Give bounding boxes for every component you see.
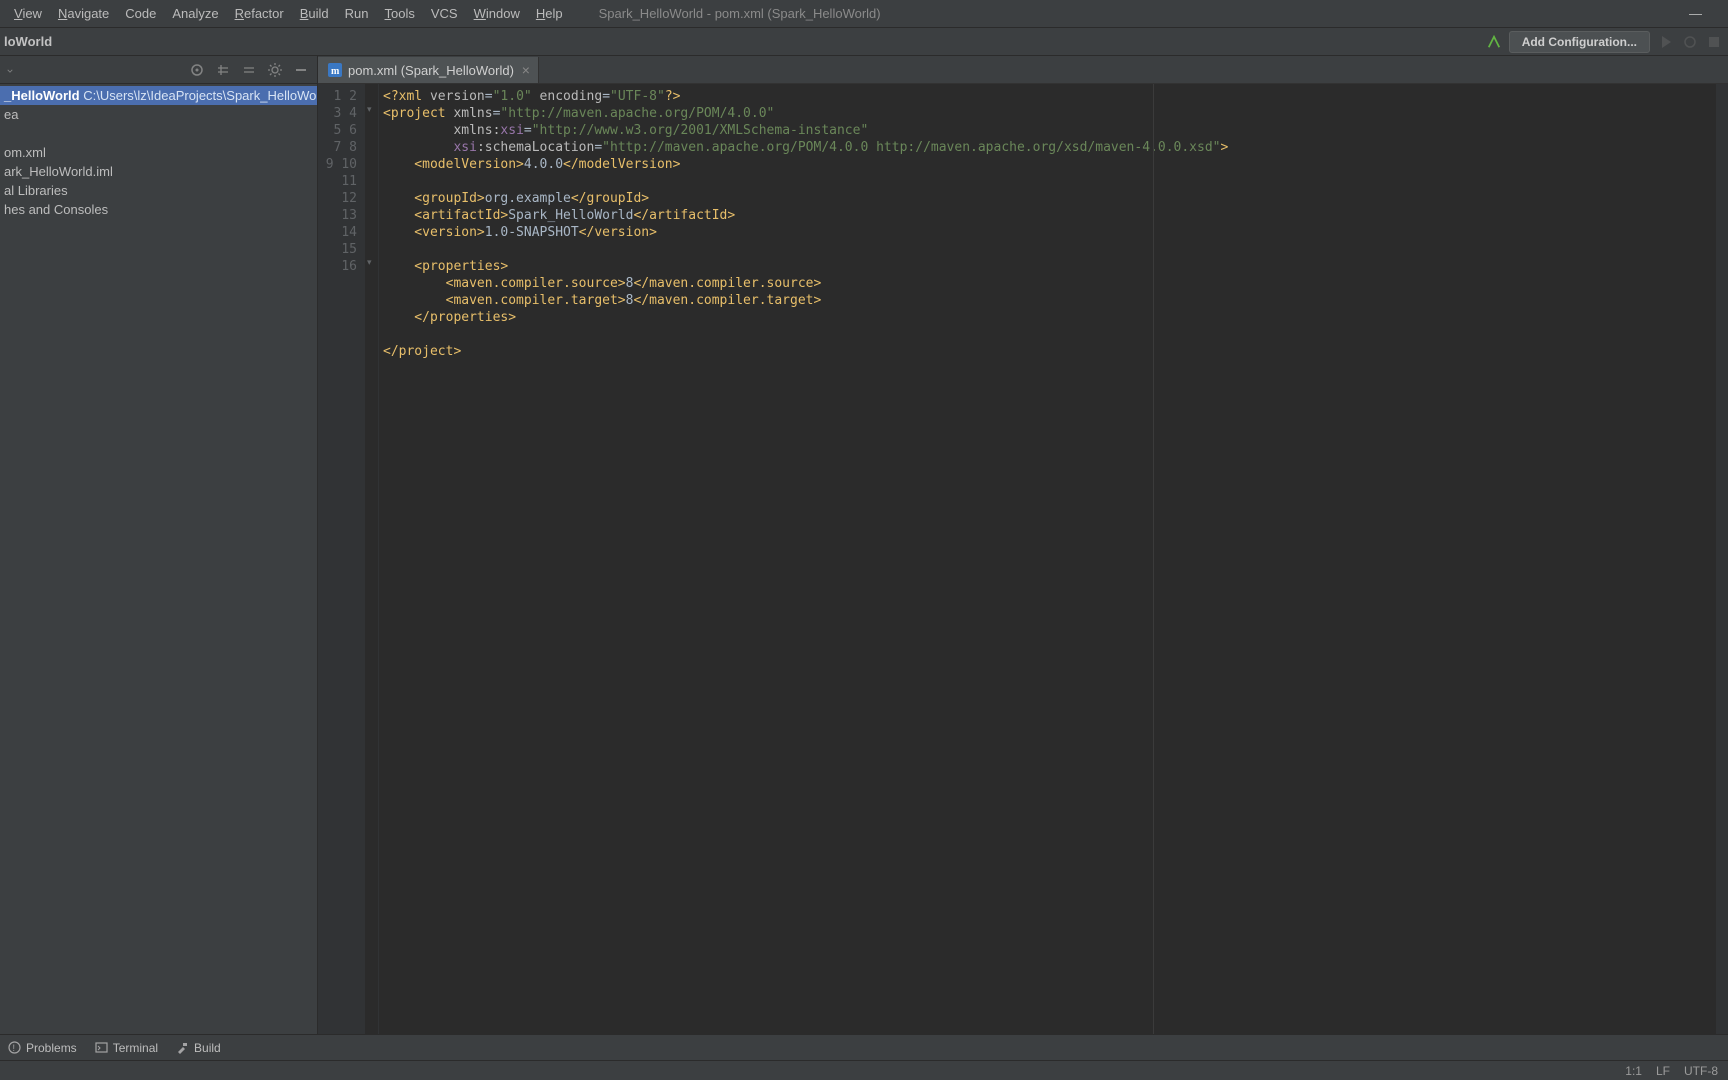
hide-icon[interactable] bbox=[293, 62, 309, 78]
menu-window[interactable]: Window bbox=[466, 6, 528, 21]
menu-refactor[interactable]: Refactor bbox=[227, 6, 292, 21]
problems-icon: ! bbox=[8, 1041, 21, 1054]
caret-position[interactable]: 1:1 bbox=[1625, 1064, 1642, 1078]
tree-root[interactable]: _HelloWorld C:\Users\lz\IdeaProjects\Spa… bbox=[0, 86, 317, 105]
terminal-icon bbox=[95, 1041, 108, 1054]
main-split: _HelloWorld C:\Users\lz\IdeaProjects\Spa… bbox=[0, 56, 1728, 1034]
tree-item-label: hes and Consoles bbox=[4, 202, 108, 217]
project-toolbar bbox=[0, 56, 317, 84]
tree-item[interactable]: al Libraries bbox=[0, 181, 317, 200]
menu-vcs[interactable]: VCS bbox=[423, 6, 466, 21]
error-stripe[interactable] bbox=[1716, 84, 1728, 1034]
add-configuration-button[interactable]: Add Configuration... bbox=[1509, 31, 1650, 53]
select-dropdown-icon[interactable] bbox=[0, 63, 14, 77]
menu-analyze[interactable]: Analyze bbox=[164, 6, 226, 21]
collapse-all-icon[interactable] bbox=[241, 62, 257, 78]
tool-label: Problems bbox=[26, 1041, 77, 1055]
expand-all-icon[interactable] bbox=[215, 62, 231, 78]
run-icon[interactable] bbox=[1658, 34, 1674, 50]
bottom-tool-bar: ! Problems Terminal Build bbox=[0, 1034, 1728, 1060]
editor-tab-pom[interactable]: m pom.xml (Spark_HelloWorld) × bbox=[318, 57, 539, 83]
editor-tabs: m pom.xml (Spark_HelloWorld) × bbox=[318, 56, 1728, 84]
tree-item[interactable]: hes and Consoles bbox=[0, 200, 317, 219]
tree-item-label: ark_HelloWorld.iml bbox=[4, 164, 113, 179]
fold-handle-icon[interactable]: ▾ bbox=[367, 104, 372, 115]
tool-build[interactable]: Build bbox=[176, 1041, 221, 1055]
tool-label: Build bbox=[194, 1041, 221, 1055]
svg-text:!: ! bbox=[13, 1043, 16, 1053]
build-icon[interactable] bbox=[1487, 35, 1501, 49]
code-content[interactable]: <?xml version="1.0" encoding="UTF-8"?> <… bbox=[379, 84, 1728, 1034]
right-margin-guide bbox=[1153, 84, 1154, 1034]
svg-text:m: m bbox=[331, 66, 340, 77]
debug-icon[interactable] bbox=[1682, 34, 1698, 50]
window-minimize-icon[interactable]: — bbox=[1681, 6, 1710, 21]
menu-run[interactable]: Run bbox=[337, 6, 377, 21]
editor-area: m pom.xml (Spark_HelloWorld) × 1 2 3 4 5… bbox=[318, 56, 1728, 1034]
tree-root-path: C:\Users\lz\IdeaProjects\Spark_HelloWorl… bbox=[83, 88, 317, 103]
locate-icon[interactable] bbox=[189, 62, 205, 78]
tab-close-icon[interactable]: × bbox=[522, 62, 530, 78]
code-editor[interactable]: 1 2 3 4 5 6 7 8 9 10 11 12 13 14 15 16 ▾… bbox=[318, 84, 1728, 1034]
menu-bar: View Navigate Code Analyze Refactor Buil… bbox=[0, 0, 1728, 28]
file-encoding[interactable]: UTF-8 bbox=[1684, 1064, 1718, 1078]
menu-view[interactable]: View bbox=[6, 6, 50, 21]
line-gutter: 1 2 3 4 5 6 7 8 9 10 11 12 13 14 15 16 bbox=[318, 84, 365, 1034]
tree-item-label: al Libraries bbox=[4, 183, 68, 198]
menu-tools[interactable]: Tools bbox=[377, 6, 423, 21]
tree-item[interactable]: om.xml bbox=[0, 143, 317, 162]
status-bar: 1:1 LF UTF-8 bbox=[0, 1060, 1728, 1080]
project-tool-window: _HelloWorld C:\Users\lz\IdeaProjects\Spa… bbox=[0, 56, 318, 1034]
tool-label: Terminal bbox=[113, 1041, 158, 1055]
line-separator[interactable]: LF bbox=[1656, 1064, 1670, 1078]
tab-label: pom.xml (Spark_HelloWorld) bbox=[348, 63, 514, 78]
menu-help[interactable]: Help bbox=[528, 6, 571, 21]
fold-bar[interactable]: ▾ ▾ bbox=[365, 84, 379, 1034]
fold-handle-icon[interactable]: ▾ bbox=[367, 257, 372, 268]
tool-terminal[interactable]: Terminal bbox=[95, 1041, 158, 1055]
maven-file-icon: m bbox=[328, 63, 342, 77]
menu-navigate[interactable]: Navigate bbox=[50, 6, 117, 21]
menu-code[interactable]: Code bbox=[117, 6, 164, 21]
hammer-icon bbox=[176, 1041, 189, 1054]
project-tree[interactable]: _HelloWorld C:\Users\lz\IdeaProjects\Spa… bbox=[0, 84, 317, 219]
tree-item[interactable]: ea bbox=[0, 105, 317, 124]
settings-icon[interactable] bbox=[267, 62, 283, 78]
tree-item-label: om.xml bbox=[4, 145, 46, 160]
tree-item-label: ea bbox=[4, 107, 18, 122]
tree-root-name: _HelloWorld bbox=[4, 88, 80, 103]
window-title: Spark_HelloWorld - pom.xml (Spark_HelloW… bbox=[591, 6, 889, 21]
stop-icon[interactable] bbox=[1706, 34, 1722, 50]
menu-build[interactable]: Build bbox=[292, 6, 337, 21]
tree-item[interactable]: ark_HelloWorld.iml bbox=[0, 162, 317, 181]
tool-problems[interactable]: ! Problems bbox=[8, 1041, 77, 1055]
tree-item[interactable] bbox=[0, 124, 317, 143]
navigation-bar: loWorld Add Configuration... bbox=[0, 28, 1728, 56]
breadcrumb-project[interactable]: loWorld bbox=[4, 34, 52, 49]
